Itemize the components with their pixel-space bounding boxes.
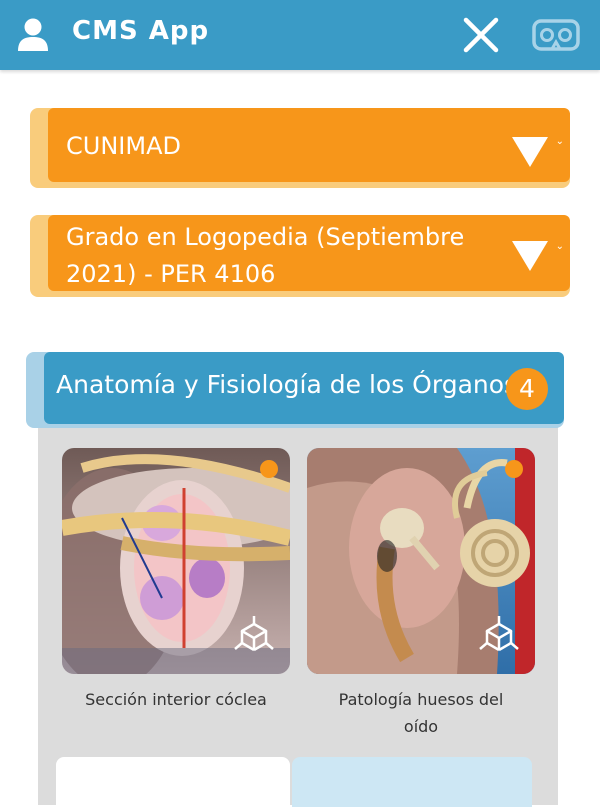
card-label-line-1: Patología huesos del: [338, 690, 504, 709]
card-label[interactable]: Patología huesos del oído: [307, 686, 535, 740]
ear-bones-thumbnail[interactable]: [307, 448, 535, 674]
section-header[interactable]: Anatomía y Fisiología de los Órganos... …: [44, 352, 564, 424]
institution-selected-value: CUNIMAD: [66, 132, 181, 160]
status-dot: [505, 460, 523, 478]
triangle-down-icon[interactable]: [510, 133, 550, 169]
card-label-line-2: oído: [403, 717, 439, 736]
institution-dropdown-body[interactable]: CUNIMAD ⌄: [48, 108, 570, 182]
triangle-down-icon[interactable]: [510, 237, 550, 273]
status-dot: [260, 460, 278, 478]
institution-dropdown[interactable]: CUNIMAD ⌄: [30, 108, 570, 188]
degree-line-1: Grado en Logopedia (Septiembre: [66, 223, 465, 251]
degree-line-2: 2021) - PER 4106: [66, 260, 276, 288]
degree-dropdown[interactable]: Grado en Logopedia (Septiembre 2021) - P…: [30, 215, 570, 297]
degree-selected-value: Grado en Logopedia (Septiembre 2021) - P…: [66, 219, 464, 293]
user-icon[interactable]: [16, 16, 50, 52]
3d-model-icon[interactable]: [477, 614, 521, 658]
section-title: Anatomía y Fisiología de los Órganos...: [56, 370, 541, 399]
3d-model-icon[interactable]: [232, 614, 276, 658]
card-label[interactable]: Sección interior cóclea: [62, 686, 290, 713]
degree-dropdown-body[interactable]: Grado en Logopedia (Septiembre 2021) - P…: [48, 215, 570, 291]
app-header: CMS App: [0, 0, 600, 70]
vr-headset-icon[interactable]: [532, 17, 580, 53]
close-icon[interactable]: [462, 16, 500, 54]
app-title: CMS App: [72, 16, 210, 46]
chevron-down-icon: ⌄: [555, 241, 564, 252]
section-count-badge: 4: [506, 368, 548, 410]
chevron-down-icon: ⌄: [555, 136, 564, 147]
cochlea-section-thumbnail[interactable]: [62, 448, 290, 674]
